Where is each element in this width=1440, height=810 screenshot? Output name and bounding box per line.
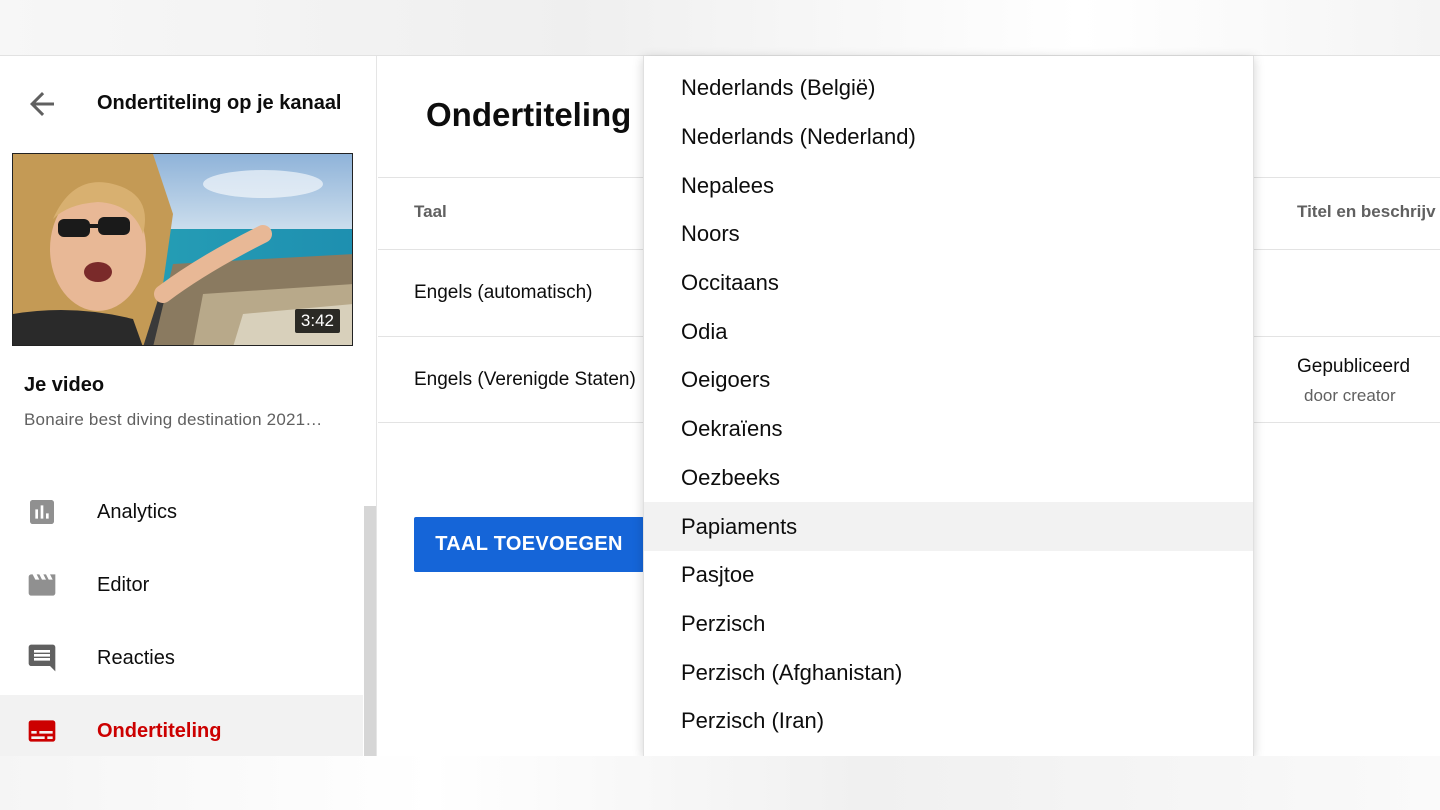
language-option[interactable]: Pasjtoe xyxy=(644,551,1253,600)
sidebar-item-analytics[interactable]: Analytics xyxy=(0,476,363,549)
sidebar-item-comments[interactable]: Reacties xyxy=(0,622,363,695)
sidebar-nav: Analytics Editor Reacties Ondertiteling xyxy=(0,476,363,768)
add-language-button[interactable]: TAAL TOEVOEGEN xyxy=(414,517,644,572)
sidebar-item-label: Editor xyxy=(97,574,150,596)
sidebar-item-label: Ondertiteling xyxy=(97,720,222,742)
language-option[interactable]: Occitaans xyxy=(644,259,1253,308)
language-list: Nederlands (België) Nederlands (Nederlan… xyxy=(644,64,1253,746)
sidebar-item-label: Reacties xyxy=(97,647,175,669)
video-name: Bonaire best diving destination 2021… xyxy=(24,410,323,429)
row-language-cell: Engels (Verenigde Staten) xyxy=(414,369,636,390)
video-thumbnail[interactable]: 3:42 xyxy=(12,153,353,346)
publish-status-sub: door creator xyxy=(1304,386,1396,405)
language-option[interactable]: Oeigoers xyxy=(644,356,1253,405)
back-arrow-icon[interactable] xyxy=(24,86,60,122)
language-option[interactable]: Perzisch xyxy=(644,600,1253,649)
language-option[interactable]: Nederlands (België) xyxy=(644,64,1253,113)
language-option[interactable]: Nepalees xyxy=(644,161,1253,210)
top-blur-band xyxy=(0,0,1440,56)
language-option[interactable]: Oekraïens xyxy=(644,405,1253,454)
sidebar-scrollbar[interactable] xyxy=(364,506,376,756)
sidebar-item-label: Analytics xyxy=(97,501,178,523)
bottom-blur-band xyxy=(0,756,1440,810)
comments-icon xyxy=(26,642,58,674)
language-option[interactable]: Nederlands (Nederland) xyxy=(644,113,1253,162)
language-option[interactable]: Oezbeeks xyxy=(644,454,1253,503)
language-option[interactable]: Odia xyxy=(644,307,1253,356)
column-header-language: Taal xyxy=(414,202,447,221)
language-option-highlighted[interactable]: Papiaments xyxy=(644,502,1253,551)
page-title: Ondertiteling xyxy=(426,96,632,133)
video-label: Je video xyxy=(24,374,105,396)
language-option[interactable]: Noors xyxy=(644,210,1253,259)
editor-icon xyxy=(26,569,58,601)
language-dropdown[interactable]: Nederlands (België) Nederlands (Nederlan… xyxy=(643,56,1254,756)
sidebar: Ondertiteling op je kanaal 3:42 Je video… xyxy=(0,56,377,768)
video-duration: 3:42 xyxy=(294,309,340,333)
sidebar-item-editor[interactable]: Editor xyxy=(0,549,363,622)
analytics-icon xyxy=(26,496,58,528)
language-option[interactable]: Perzisch (Afghanistan) xyxy=(644,648,1253,697)
row-language-cell: Engels (automatisch) xyxy=(414,282,593,303)
language-option[interactable]: Perzisch (Iran) xyxy=(644,697,1253,746)
sidebar-title: Ondertiteling op je kanaal xyxy=(97,92,342,114)
column-header-title-description: Titel en beschrijv xyxy=(1297,202,1436,221)
publish-status: Gepubliceerd xyxy=(1297,356,1411,377)
subtitles-icon xyxy=(26,715,58,747)
